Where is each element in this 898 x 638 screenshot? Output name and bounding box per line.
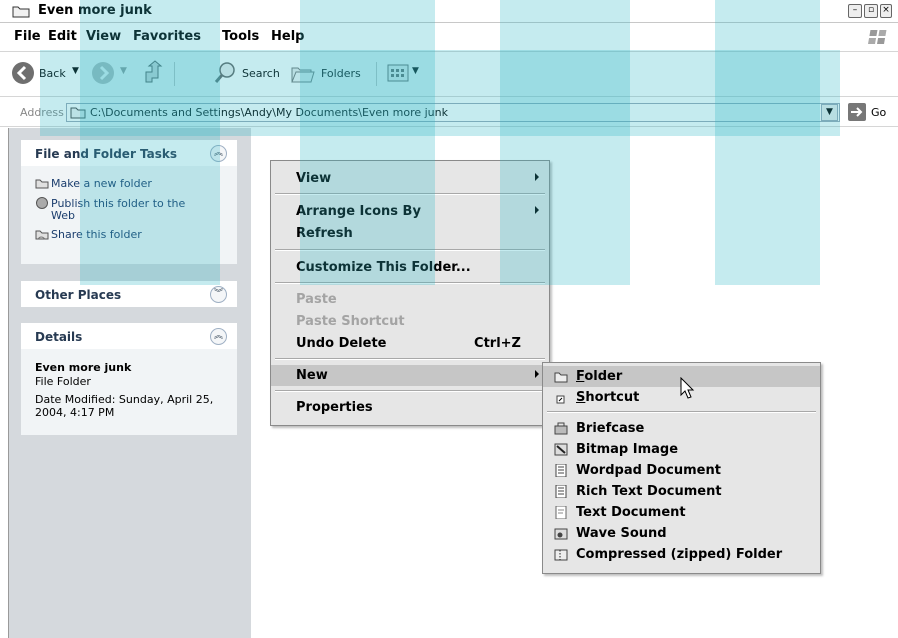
task-pane: File and Folder Tasks ︽ Make a new folde… bbox=[8, 128, 251, 638]
paint-icon bbox=[554, 443, 568, 456]
toolbar: Back ▼ ▼ Search Folders ▼ bbox=[0, 52, 898, 97]
toolbar-separator bbox=[174, 62, 175, 86]
submenu-item-text-document[interactable]: Text Document bbox=[543, 502, 820, 523]
menu-separator bbox=[275, 193, 545, 195]
expand-chevron-icon[interactable]: ︾ bbox=[210, 286, 227, 303]
back-dropdown-icon[interactable]: ▼ bbox=[72, 66, 79, 76]
toolbar-separator-2 bbox=[376, 62, 377, 86]
text-file-icon bbox=[555, 506, 567, 519]
make-new-folder-link[interactable]: Make a new folder bbox=[51, 178, 152, 190]
menu-file[interactable]: File bbox=[14, 29, 41, 44]
globe-icon bbox=[36, 197, 48, 209]
address-input[interactable]: C:\Documents and Settings\Andy\My Docume… bbox=[66, 103, 840, 122]
menu-favorites[interactable]: Favorites bbox=[133, 29, 201, 44]
panel-header[interactable]: Other Places ︾ bbox=[21, 281, 237, 307]
menu-item-arrange-icons-by[interactable]: Arrange Icons By bbox=[271, 201, 549, 222]
document-icon bbox=[555, 485, 567, 498]
collapse-chevron-icon[interactable]: ︽ bbox=[210, 328, 227, 345]
menu-item-properties[interactable]: Properties bbox=[271, 397, 549, 418]
file-folder-tasks-panel: File and Folder Tasks ︽ Make a new folde… bbox=[21, 140, 237, 264]
menu-item-paste[interactable]: Paste bbox=[271, 289, 549, 310]
views-icon[interactable] bbox=[387, 64, 409, 82]
menu-separator bbox=[275, 390, 545, 392]
menu-item-paste-shortcut[interactable]: Paste Shortcut bbox=[271, 311, 549, 332]
folder-icon bbox=[12, 6, 30, 18]
menu-separator bbox=[275, 358, 545, 360]
panel-title: Details bbox=[35, 330, 83, 344]
details-modified: Date Modified: Sunday, April 25, bbox=[35, 393, 214, 406]
submenu-item-briefcase[interactable]: Briefcase bbox=[543, 418, 820, 439]
address-bar: Address C:\Documents and Settings\Andy\M… bbox=[0, 98, 898, 127]
window-title: Even more junk bbox=[38, 3, 152, 18]
other-places-panel: Other Places ︾ bbox=[21, 281, 237, 307]
menu-tools[interactable]: Tools bbox=[222, 29, 259, 44]
document-icon bbox=[555, 464, 567, 477]
windows-logo-icon bbox=[868, 30, 887, 44]
go-arrow-icon[interactable] bbox=[848, 103, 866, 121]
folders-icon[interactable] bbox=[290, 61, 316, 85]
submenu-item-bitmap-image[interactable]: Bitmap Image bbox=[543, 439, 820, 460]
forward-dropdown-icon[interactable]: ▼ bbox=[120, 66, 127, 76]
new-folder-icon bbox=[35, 179, 49, 189]
mouse-cursor-icon bbox=[680, 377, 695, 399]
submenu-item-wordpad-document[interactable]: Wordpad Document bbox=[543, 460, 820, 481]
folder-icon bbox=[70, 107, 86, 119]
share-folder-link[interactable]: Share this folder bbox=[51, 229, 142, 241]
menu-separator bbox=[547, 411, 816, 413]
maximize-button[interactable]: ▫ bbox=[864, 4, 878, 18]
submenu-item-wave-sound[interactable]: Wave Sound bbox=[543, 523, 820, 544]
context-menu: View Arrange Icons By Refresh Customize … bbox=[270, 160, 550, 426]
panel-title: File and Folder Tasks bbox=[35, 147, 178, 161]
details-type: File Folder bbox=[35, 375, 91, 388]
minimize-button[interactable]: – bbox=[848, 4, 862, 18]
panel-body: Even more junk File Folder Date Modified… bbox=[21, 349, 237, 435]
panel-body: Make a new folder Publish this folder to… bbox=[21, 166, 237, 264]
search-icon[interactable] bbox=[214, 60, 238, 86]
collapse-chevron-icon[interactable]: ︽ bbox=[210, 145, 227, 162]
address-path: C:\Documents and Settings\Andy\My Docume… bbox=[90, 106, 448, 119]
menu-item-refresh[interactable]: Refresh bbox=[271, 223, 549, 244]
up-folder-icon[interactable] bbox=[142, 60, 166, 86]
address-label: Address bbox=[20, 106, 64, 119]
close-button[interactable]: × bbox=[880, 4, 892, 18]
details-name: Even more junk bbox=[35, 361, 132, 374]
panel-header[interactable]: Details ︽ bbox=[21, 323, 237, 349]
menu-item-customize-folder[interactable]: Customize This Folder... bbox=[271, 257, 549, 278]
undo-shortcut-label: Ctrl+Z bbox=[474, 336, 521, 351]
menu-item-view[interactable]: View bbox=[271, 168, 549, 189]
forward-arrow-icon[interactable] bbox=[92, 62, 114, 84]
panel-header[interactable]: File and Folder Tasks ︽ bbox=[21, 140, 237, 166]
share-folder-icon bbox=[35, 230, 49, 240]
submenu-item-rich-text-document[interactable]: Rich Text Document bbox=[543, 481, 820, 502]
shortcut-icon bbox=[556, 395, 565, 404]
menu-edit[interactable]: Edit bbox=[48, 29, 77, 44]
briefcase-icon bbox=[554, 422, 568, 435]
publish-folder-link-wrap[interactable]: Web bbox=[51, 210, 75, 222]
details-modified-wrap: 2004, 4:17 PM bbox=[35, 406, 115, 419]
menu-item-undo-delete[interactable]: Undo Delete Ctrl+Z bbox=[271, 333, 549, 354]
menu-bar: File Edit View Favorites Tools Help bbox=[0, 23, 898, 52]
address-dropdown-icon[interactable]: ▼ bbox=[821, 104, 838, 121]
menu-help[interactable]: Help bbox=[271, 29, 304, 44]
menu-item-new[interactable]: New bbox=[271, 365, 549, 386]
zip-folder-icon bbox=[554, 549, 568, 561]
folder-icon bbox=[554, 372, 568, 383]
menu-separator bbox=[275, 282, 545, 284]
go-button[interactable]: Go bbox=[871, 106, 886, 119]
menu-view[interactable]: View bbox=[86, 29, 121, 44]
search-button[interactable]: Search bbox=[242, 67, 280, 80]
menu-separator bbox=[275, 249, 545, 251]
back-button[interactable]: Back bbox=[39, 67, 66, 80]
submenu-item-compressed-folder[interactable]: Compressed (zipped) Folder bbox=[543, 544, 820, 565]
sound-icon bbox=[554, 528, 568, 540]
views-dropdown-icon[interactable]: ▼ bbox=[412, 66, 419, 76]
details-panel: Details ︽ Even more junk File Folder Dat… bbox=[21, 323, 237, 435]
panel-title: Other Places bbox=[35, 288, 122, 302]
folders-button[interactable]: Folders bbox=[321, 67, 361, 80]
back-arrow-icon[interactable] bbox=[12, 62, 34, 84]
title-bar: Even more junk – ▫ × bbox=[0, 0, 898, 23]
